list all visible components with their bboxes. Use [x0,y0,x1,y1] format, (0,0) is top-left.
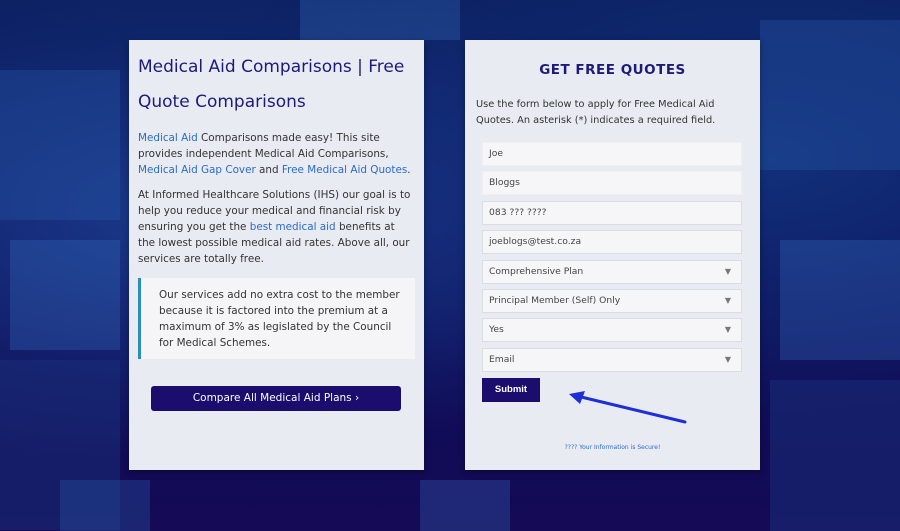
intro-paragraph: Medical Aid Comparisons made easy! This … [138,132,411,177]
intro-card: Medical Aid Comparisons | Free Quote Com… [129,40,424,470]
compare-plans-button[interactable]: Compare All Medical Aid Plans › [151,386,401,412]
phone-field[interactable]: 083 ??? ???? [482,200,742,225]
chevron-down-icon: ▼ [724,266,731,276]
membership-select[interactable]: Principal Member (Self) Only ▼ [482,288,742,313]
contact-method-select[interactable]: Email ▼ [482,347,742,372]
best-medical-aid-link[interactable]: best medical aid [250,221,336,233]
free-quotes-link[interactable]: Free Medical Aid Quotes [282,164,407,176]
email-field[interactable]: joeblogs@test.co.za [482,230,742,255]
plan-type-select[interactable]: Comprehensive Plan ▼ [482,259,742,284]
goal-paragraph: At Informed Healthcare Solutions (IHS) o… [138,188,411,266]
form-title: GET FREE QUOTES [539,62,686,78]
page-title: Medical Aid Comparisons | Free Quote Com… [138,57,405,112]
chevron-down-icon: ▼ [724,354,731,364]
chevron-down-icon: ▼ [724,295,731,305]
info-blockquote: Our services add no extra cost to the me… [138,277,415,360]
yes-no-select[interactable]: Yes ▼ [482,318,742,343]
quote-form: Joe Bloggs 083 ??? ???? joeblogs@test.co… [482,142,742,402]
gap-cover-link[interactable]: Medical Aid Gap Cover [138,164,256,176]
chevron-down-icon: ▼ [724,325,731,335]
form-intro: Use the form below to apply for Free Med… [476,99,716,126]
medical-aid-link[interactable]: Medical Aid [138,132,198,144]
last-name-field[interactable]: Bloggs [482,171,742,196]
secure-notice: ???? Your Information is Secure! [564,443,661,451]
submit-button[interactable]: Submit [482,377,540,402]
first-name-field[interactable]: Joe [482,142,742,166]
arrow-annotation-icon [569,391,687,424]
